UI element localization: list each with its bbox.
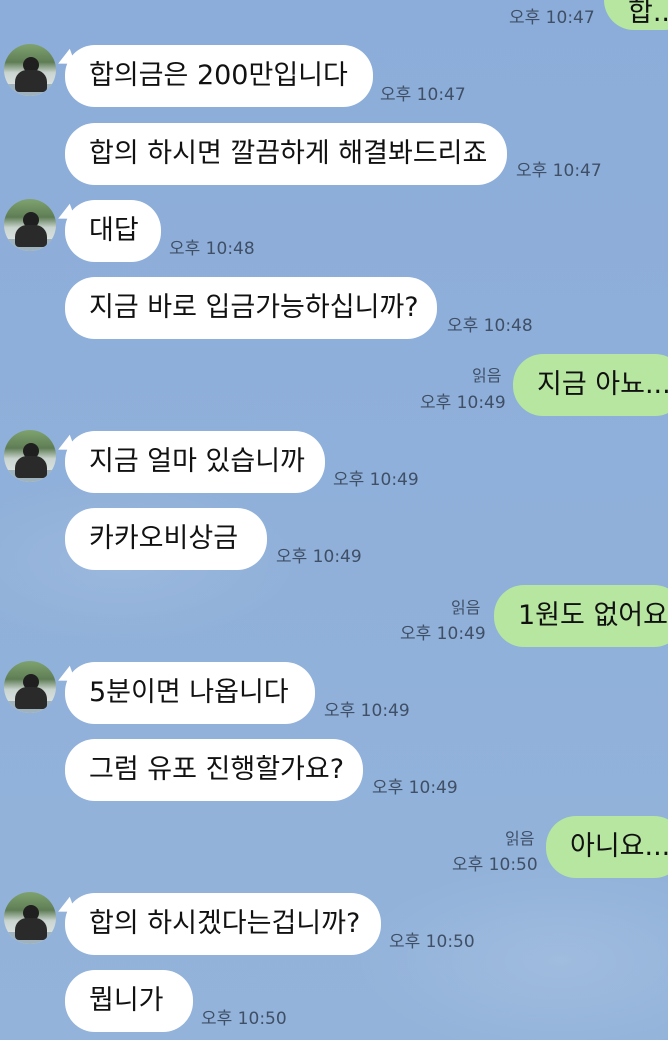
read-receipt: 읽음: [451, 598, 481, 617]
message-text: 뭡니가: [89, 985, 164, 1016]
message-text: 지금 바로 입금가능하십니까?: [89, 292, 419, 323]
message-text: 지금 얼마 있습니까: [89, 446, 305, 477]
message-time: 오후 10:50: [201, 1009, 287, 1029]
message-time: 오후 10:50: [452, 855, 538, 875]
message-time: 오후 10:48: [447, 316, 533, 336]
message-text: 대답: [89, 215, 139, 246]
message-time: 오후 10:49: [333, 470, 419, 490]
incoming-message-bubble[interactable]: 합의 하시면 깔끔하게 해결봐드리죠: [65, 123, 507, 185]
profile-avatar-icon[interactable]: [4, 892, 56, 944]
message-text: 합의금은 200만입니다: [89, 60, 348, 91]
message-text: 카카오비상금: [89, 523, 239, 554]
chat-thread[interactable]: 오후 10:47 합.. 합의금은 200만입니다 오후 10:47 합의 하시…: [0, 0, 668, 1040]
message-text: 5분이면 나옵니다: [89, 677, 289, 708]
message-time: 오후 10:49: [372, 778, 458, 798]
incoming-message-bubble[interactable]: 합의금은 200만입니다: [54, 45, 373, 107]
incoming-message-bubble[interactable]: 대답: [54, 200, 161, 262]
outgoing-message-bubble[interactable]: 지금 아뇨...: [513, 354, 668, 416]
message-time: 오후 10:47: [380, 85, 466, 105]
incoming-message-bubble[interactable]: 뭡니가: [65, 970, 193, 1032]
message-time: 오후 10:49: [324, 701, 410, 721]
read-receipt: 읽음: [505, 829, 535, 848]
profile-avatar-icon[interactable]: [4, 44, 56, 96]
message-text: 지금 아뇨...: [537, 369, 668, 400]
message-text: 1원도 없어요: [518, 600, 668, 631]
message-time: 오후 10:48: [169, 239, 255, 259]
profile-avatar-icon[interactable]: [4, 661, 56, 713]
message-text: 합..: [628, 0, 668, 28]
outgoing-message-bubble[interactable]: 합..: [604, 0, 668, 30]
incoming-message-bubble[interactable]: 그럼 유포 진행할가요?: [65, 739, 363, 801]
message-time: 오후 10:49: [400, 624, 486, 644]
incoming-message-bubble[interactable]: 5분이면 나옵니다: [54, 662, 315, 724]
incoming-message-bubble[interactable]: 지금 바로 입금가능하십니까?: [65, 277, 437, 339]
incoming-message-bubble[interactable]: 합의 하시겠다는겁니까?: [54, 893, 381, 955]
profile-avatar-icon[interactable]: [4, 430, 56, 482]
message-text: 그럼 유포 진행할가요?: [89, 754, 345, 785]
message-text: 합의 하시겠다는겁니까?: [89, 908, 361, 939]
read-receipt: 읽음: [472, 366, 502, 385]
profile-avatar-icon[interactable]: [4, 199, 56, 251]
message-time: 오후 10:47: [516, 161, 602, 181]
message-text: 합의 하시면 깔끔하게 해결봐드리죠: [89, 138, 488, 169]
message-time: 오후 10:49: [276, 547, 362, 567]
incoming-message-bubble[interactable]: 지금 얼마 있습니까: [54, 431, 325, 493]
message-text: 아니요...: [570, 831, 668, 862]
message-time: 오후 10:47: [509, 8, 595, 28]
outgoing-message-bubble[interactable]: 아니요...: [546, 816, 668, 878]
message-time: 오후 10:49: [420, 393, 506, 413]
incoming-message-bubble[interactable]: 카카오비상금: [65, 508, 267, 570]
outgoing-message-bubble[interactable]: 1원도 없어요: [494, 585, 668, 647]
message-time: 오후 10:50: [389, 932, 475, 952]
